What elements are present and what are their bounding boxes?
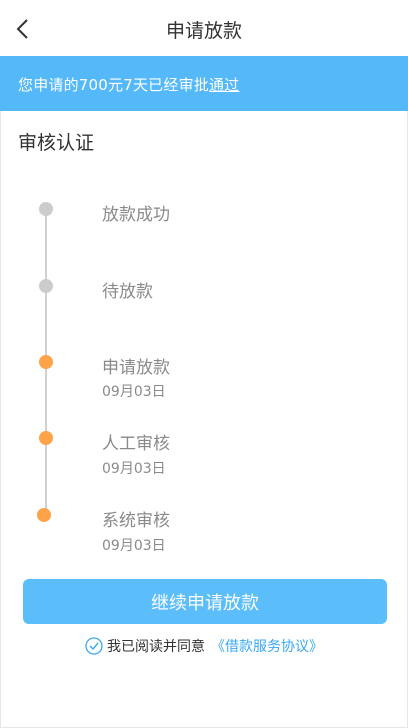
timeline-dot-done <box>37 508 51 522</box>
top-bar: 申请放款 <box>0 0 408 56</box>
continue-apply-button[interactable]: 继续申请放款 <box>23 579 387 624</box>
agreement-link[interactable]: 《借款服务协议》 <box>211 636 323 656</box>
step-label: 系统审核 <box>102 511 170 531</box>
approval-banner: 您申请的700元7天已经审批通过 <box>0 56 408 111</box>
banner-message-underlined: 通过 <box>208 76 240 94</box>
step-label: 放款成功 <box>102 205 170 225</box>
step-label: 待放款 <box>102 282 153 302</box>
page-title: 申请放款 <box>165 20 242 42</box>
step-label: 人工审核 <box>102 434 170 454</box>
timeline-dot-done <box>39 431 53 445</box>
agreement-text: 我已阅读并同意 <box>107 639 205 655</box>
step-date: 09月03日 <box>102 538 166 554</box>
timeline-dot-done <box>39 355 53 369</box>
step-label: 申请放款 <box>102 358 170 378</box>
step-date: 09月03日 <box>102 384 166 400</box>
banner-message: 您申请的700元7天已经审批通过 <box>18 74 239 95</box>
timeline-dot-pending <box>39 202 53 216</box>
check-circle-icon[interactable] <box>85 637 103 655</box>
section-title: 审核认证 <box>18 132 95 154</box>
agreement-row: 我已阅读并同意 《借款服务协议》 <box>0 636 408 656</box>
step-date: 09月03日 <box>102 461 166 477</box>
banner-message-text: 您申请的700元7天已经审批 <box>18 76 209 94</box>
timeline-dot-pending <box>39 279 53 293</box>
